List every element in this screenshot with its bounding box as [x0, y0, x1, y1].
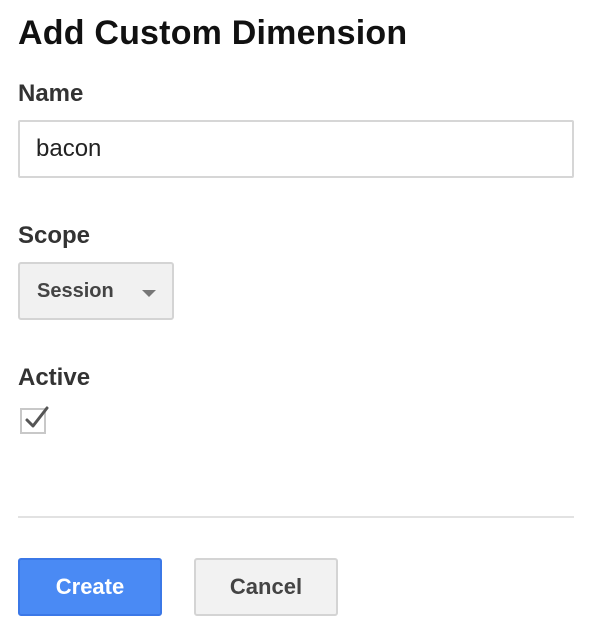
divider — [18, 516, 574, 518]
scope-label: Scope — [18, 222, 91, 249]
cancel-button[interactable]: Cancel — [194, 558, 338, 616]
create-button[interactable]: Create — [18, 558, 162, 616]
caret-down-icon — [142, 290, 156, 297]
active-checkbox[interactable] — [20, 406, 49, 434]
add-custom-dimension-dialog: Add Custom Dimension Name Scope Session … — [0, 0, 606, 636]
name-input[interactable] — [18, 120, 574, 178]
checkmark-icon — [25, 406, 49, 428]
name-label: Name — [18, 80, 84, 107]
scope-selected-value: Session — [37, 279, 114, 302]
scope-dropdown[interactable]: Session — [18, 262, 174, 320]
active-label: Active — [18, 364, 91, 391]
page-title: Add Custom Dimension — [18, 14, 408, 52]
